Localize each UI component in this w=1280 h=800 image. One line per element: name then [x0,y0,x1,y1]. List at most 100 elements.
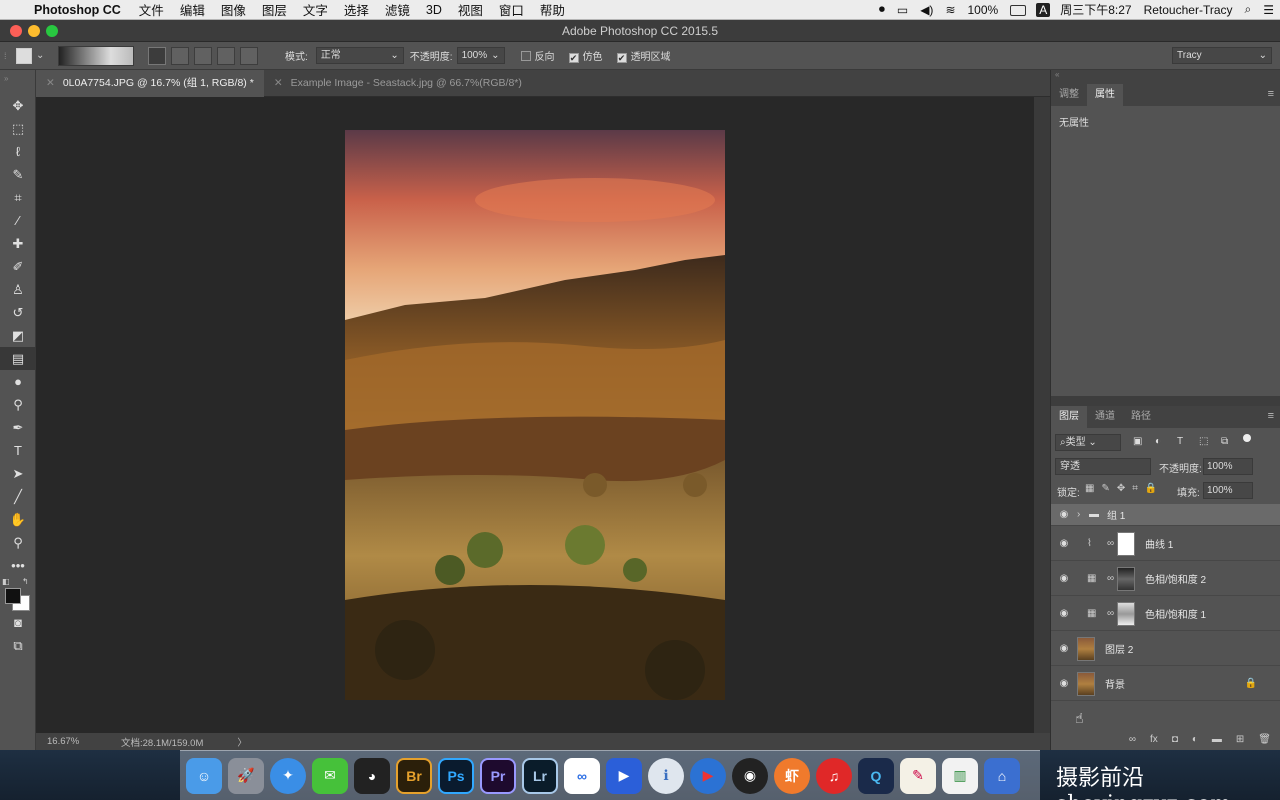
filter-pixel-icon[interactable]: ▣ [1133,436,1142,447]
layer-thumbnail[interactable] [1077,636,1095,661]
layer-mask-thumbnail[interactable] [1117,601,1135,626]
visibility-eye-icon[interactable]: ◉ [1051,608,1077,619]
keynote-icon[interactable]: ⌂ [984,757,1020,794]
menu-layer[interactable]: 图层 [254,0,295,19]
layer-row-hue-sat-2[interactable]: ◉ ▦ ∞ 色相/饱和度 2 [1051,562,1280,596]
eyedropper-tool-icon[interactable]: ⁄ [0,209,36,232]
filter-type-icon[interactable]: T [1177,436,1183,447]
close-window-button[interactable] [10,25,22,37]
document-tab[interactable]: ✕ Example Image - Seastack.jpg @ 66.7%(RG… [264,70,532,97]
tool-preset-picker[interactable]: ⌄ [16,46,50,66]
lock-options-icons[interactable]: ▦✎✥⌗🔒 [1085,483,1164,494]
opacity-field[interactable]: 100% ⌄ [456,47,505,64]
layer-row-group[interactable]: ◉ › ▬ 组 1 [1051,504,1280,526]
user-name[interactable]: Retoucher-Tracy [1138,3,1239,17]
path-select-tool-icon[interactable]: ➤ [0,462,36,485]
layer-thumbnail[interactable] [1077,671,1095,696]
battery-icon[interactable] [1004,3,1032,17]
type-tool-icon[interactable]: T [0,439,36,462]
charts-app-icon[interactable]: ▥ [942,757,978,794]
screen-mode-icon[interactable]: ⧉ [0,634,36,657]
netease-music-icon[interactable]: ♫ [816,757,852,794]
hand-tool-icon[interactable]: ✋ [0,508,36,531]
add-mask-icon[interactable]: ◘ [1172,734,1178,745]
gradient-picker[interactable] [58,45,134,66]
diamond-gradient-button[interactable] [240,46,258,65]
quick-select-tool-icon[interactable]: ✎ [0,163,36,186]
more-tools-icon[interactable]: ••• [0,554,36,577]
brush-tool-icon[interactable]: ✐ [0,255,36,278]
layer-row-layer-2[interactable]: ◉ 图层 2 [1051,632,1280,666]
menu-edit[interactable]: 编辑 [172,0,213,19]
angle-gradient-button[interactable] [194,46,212,65]
layer-row-background[interactable]: ◉ 背景 🔒 [1051,667,1280,701]
tab-channels[interactable]: 通道 [1087,406,1123,428]
toolbar-collapse-icon[interactable]: » [0,70,35,94]
layer-filter-select[interactable]: ⌕类型 ⌄ [1055,434,1121,451]
clock[interactable]: 周三下午8:27 [1054,1,1137,18]
layer-opacity-field[interactable]: 100% [1203,458,1253,475]
delete-layer-icon[interactable]: 🗑 [1258,734,1271,745]
transparency-checkbox[interactable]: ✔ 透明区域 [616,48,671,63]
menu-file[interactable]: 文件 [131,0,172,19]
obs-icon[interactable]: ◉ [732,757,768,794]
layer-mask-thumbnail[interactable] [1117,531,1135,556]
bridge-icon[interactable]: Br [396,757,432,794]
quick-mask-icon[interactable]: ◙ [0,611,36,634]
notification-center-icon[interactable]: ☰ [1257,3,1280,17]
docs-app-icon[interactable]: ✎ [900,757,936,794]
dither-checkbox[interactable]: ✔ 仿色 [568,48,603,63]
lightroom-icon[interactable]: Lr [522,757,558,794]
link-icon[interactable]: ∞ [1107,608,1117,619]
close-tab-icon[interactable]: ✕ [274,77,283,89]
spotlight-icon[interactable]: ⌕ [1239,2,1258,17]
gradient-tool-icon[interactable]: ▤ [0,347,36,370]
crop-tool-icon[interactable]: ⌗ [0,186,36,209]
wechat-icon[interactable]: ✉ [312,757,348,794]
document-tab-active[interactable]: ✕ 0L0A7754.JPG @ 16.7% (组 1, RGB/8) * [36,70,264,97]
filter-toggle-icon[interactable] [1243,434,1251,442]
eraser-tool-icon[interactable]: ◩ [0,324,36,347]
layer-row-hue-sat-1[interactable]: ◉ ▦ ∞ 色相/饱和度 1 [1051,597,1280,631]
premiere-icon[interactable]: Pr [480,757,516,794]
panel-divider[interactable] [1051,396,1280,406]
reverse-checkbox[interactable]: 反向 [520,48,555,63]
move-tool-icon[interactable]: ✥ [0,94,36,117]
close-tab-icon[interactable]: ✕ [46,77,55,89]
menu-select[interactable]: 选择 [336,0,377,19]
mode-select[interactable]: 正常 ⌄ [315,47,404,64]
panel-menu-icon[interactable]: ≡ [1268,410,1274,422]
zoom-level[interactable]: 16.67% [47,736,117,747]
safari-icon[interactable]: ✦ [270,757,306,794]
workspace-select[interactable]: Tracy ⌄ [1172,47,1272,64]
marquee-tool-icon[interactable]: ⬚ [0,117,36,140]
new-group-icon[interactable]: ▬ [1212,734,1222,745]
tab-layers[interactable]: 图层 [1051,406,1087,428]
clone-stamp-tool-icon[interactable]: ♙ [0,278,36,301]
fill-field[interactable]: 100% [1203,482,1253,499]
minimize-window-button[interactable] [28,25,40,37]
lasso-tool-icon[interactable]: ℓ [0,140,36,163]
menu-type[interactable]: 文字 [295,0,336,19]
tab-properties[interactable]: 属性 [1087,84,1123,106]
pen-tool-icon[interactable]: ✒ [0,416,36,439]
zoom-window-button[interactable] [46,25,58,37]
qq-icon[interactable]: ◕ [354,757,390,794]
volume-icon[interactable]: ◀) [914,3,939,17]
menu-window[interactable]: 窗口 [491,0,532,19]
layer-row-curves[interactable]: ◉ ⌇ ∞ 曲线 1 [1051,527,1280,561]
visibility-eye-icon[interactable]: ◉ [1051,573,1077,584]
launchpad-icon[interactable]: 🚀 [228,757,264,794]
zoom-tool-icon[interactable]: ⚲ [0,531,36,554]
finder-icon[interactable]: ☺ [186,757,222,794]
new-layer-icon[interactable]: ⊞ [1236,734,1244,745]
blend-mode-select[interactable]: 穿透 [1055,458,1151,475]
visibility-eye-icon[interactable]: ◉ [1051,509,1077,520]
foreground-color-swatch[interactable] [5,588,21,604]
menu-image[interactable]: 图像 [213,0,254,19]
radial-gradient-button[interactable] [171,46,189,65]
status-menu-arrow[interactable]: 〉 [237,735,247,749]
blur-tool-icon[interactable]: ● [0,370,36,393]
baidu-netdisk-icon[interactable]: ∞ [564,757,600,794]
q-app-icon[interactable]: Q [858,757,894,794]
